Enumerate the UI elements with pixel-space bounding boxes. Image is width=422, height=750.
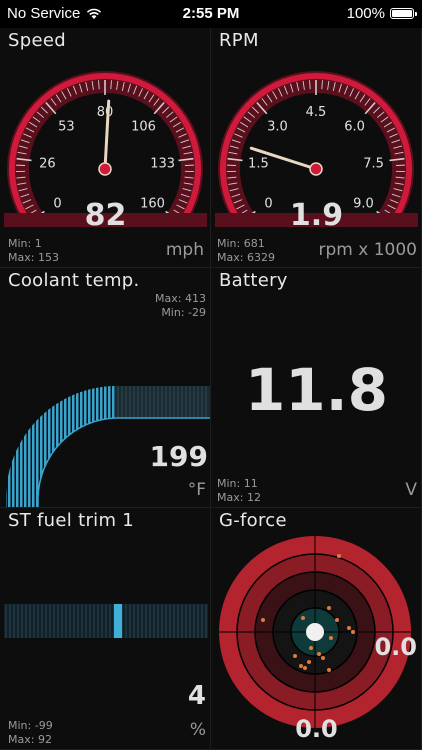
coolant-value: 199 bbox=[149, 440, 208, 473]
rpm-tick-label: 3.0 bbox=[267, 120, 288, 135]
battery-percent: 100% bbox=[346, 5, 385, 22]
speed-max: Max: 153 bbox=[8, 251, 59, 264]
gforce-panel[interactable]: G-force 0.0 0.0 bbox=[211, 508, 422, 750]
fuel-unit: % bbox=[189, 720, 206, 740]
gforce-y-value: 0.0 bbox=[295, 715, 338, 743]
status-battery: 100% bbox=[346, 5, 417, 22]
rpm-tick-label: 1.5 bbox=[248, 156, 269, 171]
coolant-panel[interactable]: Coolant temp. Max: 413 Min: -29 199 °F bbox=[0, 268, 211, 508]
rpm-value: 1.9 bbox=[289, 198, 344, 233]
speed-tick-label: 80 bbox=[97, 105, 114, 120]
speed-tick-label: 53 bbox=[58, 120, 75, 135]
speed-needle-hub bbox=[98, 162, 112, 176]
speed-tick-label: 133 bbox=[150, 156, 175, 171]
fuel-min: Min: -99 bbox=[8, 719, 53, 732]
rpm-min: Min: 681 bbox=[217, 237, 265, 250]
battery-value: 11.8 bbox=[244, 356, 389, 424]
speed-unit: mph bbox=[165, 240, 204, 260]
rpm-gauge-panel[interactable]: RPM 0 1.5 3.0 4.5 6.0 7.5 9.0 1.9 Min: 681 Max… bbox=[211, 28, 422, 268]
battery-panel[interactable]: Battery 11.8 Min: 11 Max: 12 V bbox=[211, 268, 422, 508]
speed-tick-label: 106 bbox=[131, 120, 156, 135]
rpm-tick-label: 7.5 bbox=[363, 156, 384, 171]
battery-icon bbox=[390, 8, 417, 19]
rpm-unit: rpm x 1000 bbox=[318, 240, 417, 260]
gforce-radar bbox=[219, 536, 411, 728]
rpm-max: Max: 6329 bbox=[217, 251, 275, 264]
battery-min: Min: 11 bbox=[217, 477, 258, 490]
speed-min: Min: 1 bbox=[8, 237, 42, 250]
battery-max: Max: 12 bbox=[217, 491, 261, 504]
coolant-unit: °F bbox=[187, 480, 206, 500]
fuel-max: Max: 92 bbox=[8, 733, 52, 746]
rpm-tick-label: 4.5 bbox=[306, 105, 327, 120]
fuel-trim-bar bbox=[4, 604, 208, 638]
speed-tick-label: 26 bbox=[39, 156, 56, 171]
status-bar: No Service 2:55 PM 100% bbox=[0, 0, 422, 28]
battery-unit: V bbox=[405, 480, 417, 500]
battery-title: Battery bbox=[219, 270, 288, 291]
speed-value: 82 bbox=[84, 198, 127, 233]
fuel-value: 4 bbox=[187, 681, 206, 711]
rpm-tick-label: 6.0 bbox=[344, 120, 365, 135]
speed-gauge-panel[interactable]: Speed 0 26 53 80 106 133 160 82 Min: 1 Max: 15… bbox=[0, 28, 211, 268]
gforce-x-value: 0.0 bbox=[374, 633, 417, 661]
fuel-trim-panel[interactable]: ST fuel trim 1 4 % Min: -99 Max: 92 bbox=[0, 508, 211, 750]
rpm-needle-hub bbox=[309, 162, 323, 176]
